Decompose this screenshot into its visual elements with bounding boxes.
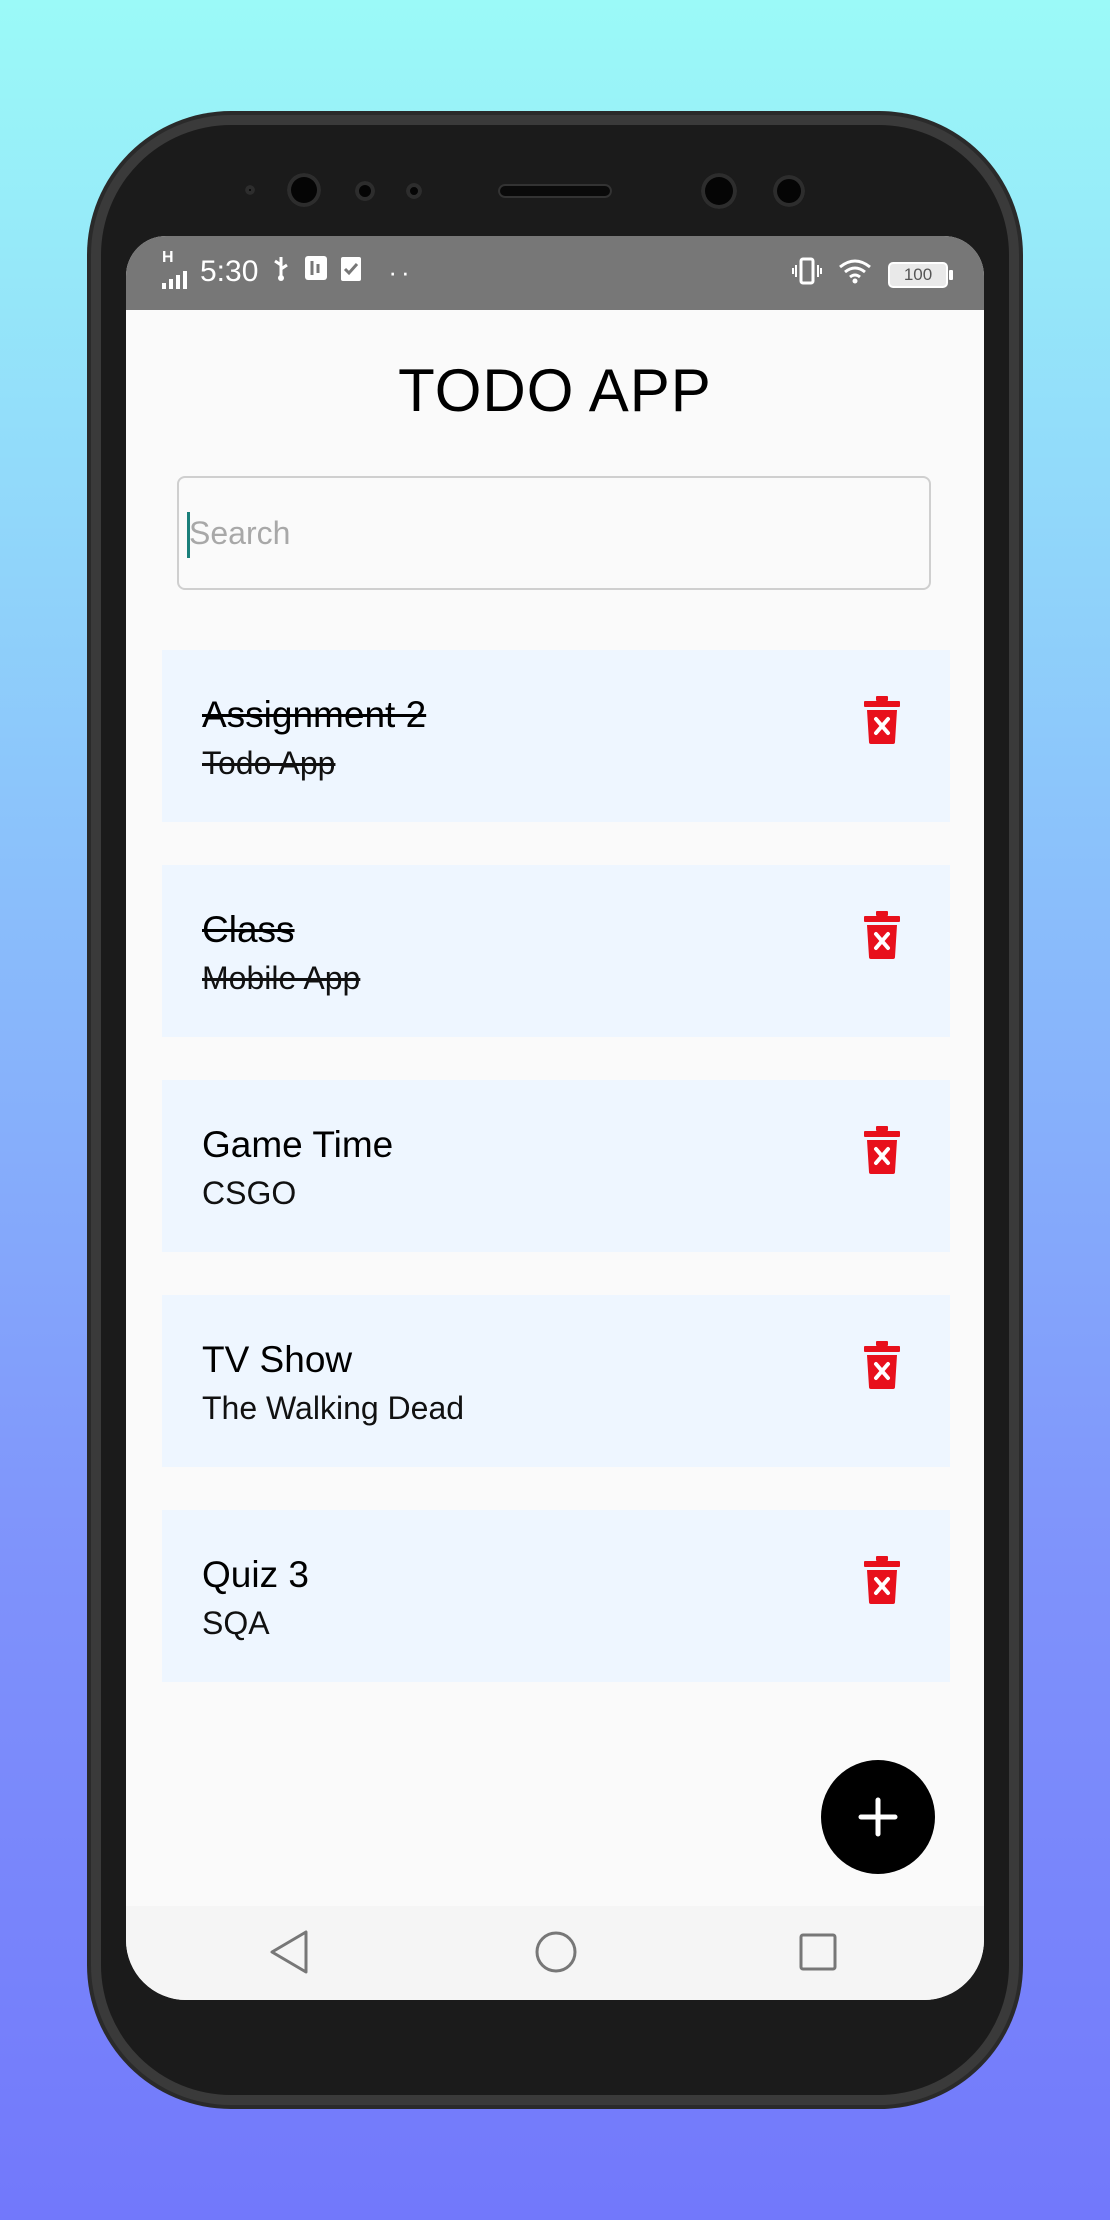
text-cursor bbox=[187, 512, 190, 558]
sensor-icon bbox=[773, 175, 805, 207]
status-time: 5:30 bbox=[200, 255, 259, 288]
sensor-icon bbox=[355, 181, 375, 201]
usb-icon bbox=[270, 255, 292, 289]
front-camera-icon bbox=[701, 173, 737, 209]
plus-icon bbox=[858, 1797, 898, 1837]
todo-title: Assignment 2 bbox=[202, 694, 427, 735]
battery-icon: 100 bbox=[888, 262, 953, 288]
page-title: TODO APP bbox=[398, 357, 712, 424]
todo-title: Game Time bbox=[202, 1124, 394, 1165]
todo-description: CSGO bbox=[202, 1175, 297, 1211]
trash-icon[interactable] bbox=[864, 1126, 900, 1174]
system-nav-bar bbox=[126, 1906, 984, 2000]
recents-square-icon[interactable] bbox=[798, 1928, 838, 1981]
todo-title: Quiz 3 bbox=[202, 1554, 309, 1595]
trash-icon[interactable] bbox=[864, 1341, 900, 1389]
todo-item[interactable]: Quiz 3 SQA bbox=[162, 1510, 950, 1682]
todo-description: SQA bbox=[202, 1605, 270, 1641]
sensor-icon bbox=[245, 185, 255, 195]
usb-debug-icon bbox=[304, 255, 328, 289]
vibrate-icon bbox=[792, 256, 822, 294]
more-notifications-icon: ·· bbox=[388, 256, 414, 287]
signal-icon: H bbox=[162, 249, 188, 289]
status-bar: H 5:30 ·· 100 bbox=[126, 236, 984, 310]
back-triangle-icon[interactable] bbox=[268, 1928, 312, 1981]
todo-item[interactable]: Class Mobile App bbox=[162, 865, 950, 1037]
front-camera-icon bbox=[287, 173, 321, 207]
sensor-icon bbox=[406, 183, 422, 199]
todo-item[interactable]: TV Show The Walking Dead bbox=[162, 1295, 950, 1467]
search-box[interactable] bbox=[177, 476, 931, 590]
todo-list: Assignment 2 Todo App Class Mobile App G… bbox=[162, 650, 950, 1725]
network-type-label: H bbox=[162, 249, 174, 266]
todo-title: Class bbox=[202, 909, 295, 950]
wifi-icon bbox=[838, 258, 872, 292]
trash-icon[interactable] bbox=[864, 1556, 900, 1604]
add-todo-button[interactable] bbox=[821, 1760, 935, 1874]
power-button bbox=[1008, 736, 1016, 862]
task-check-icon bbox=[340, 254, 362, 290]
home-circle-icon[interactable] bbox=[534, 1928, 578, 1981]
todo-description: Todo App bbox=[202, 745, 336, 781]
search-input[interactable] bbox=[179, 478, 929, 588]
todo-description: Mobile App bbox=[202, 960, 361, 996]
trash-icon[interactable] bbox=[864, 911, 900, 959]
todo-item[interactable]: Assignment 2 Todo App bbox=[162, 650, 950, 822]
todo-item[interactable]: Game Time CSGO bbox=[162, 1080, 950, 1252]
todo-title: TV Show bbox=[202, 1339, 353, 1380]
app-screen: H 5:30 ·· 100 TODO APP Search Assignment… bbox=[126, 236, 984, 2000]
todo-description: The Walking Dead bbox=[202, 1390, 465, 1426]
trash-icon[interactable] bbox=[864, 696, 900, 744]
earpiece-speaker bbox=[498, 184, 612, 198]
